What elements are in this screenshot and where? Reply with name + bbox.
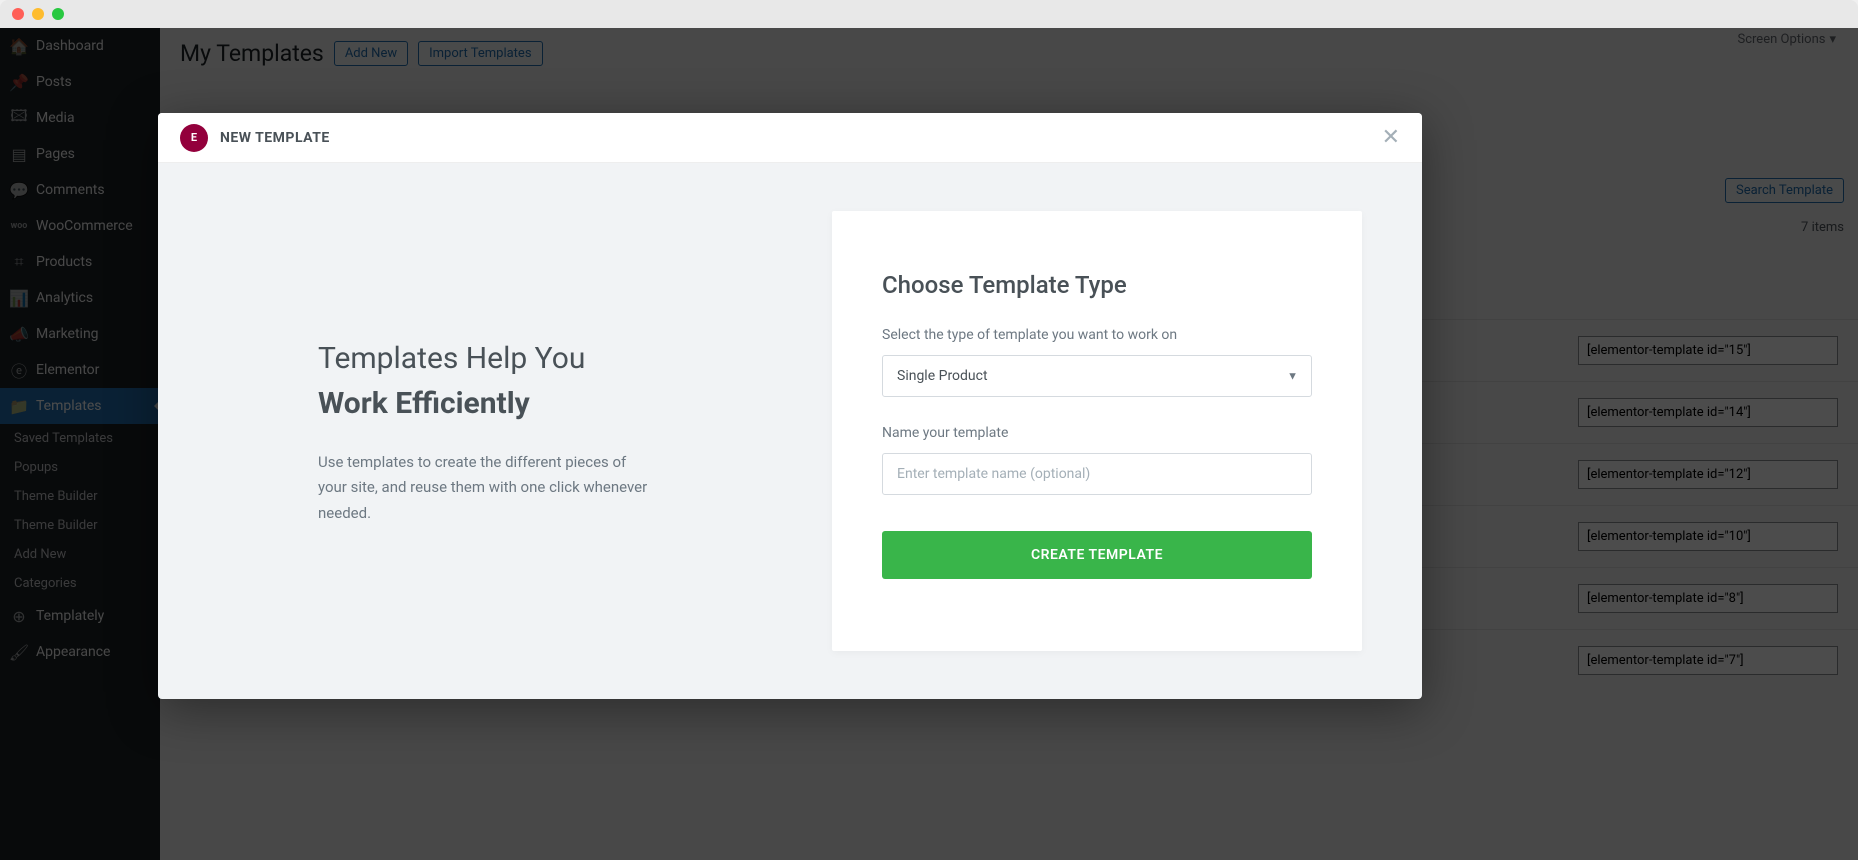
form-title: Choose Template Type (882, 271, 1312, 299)
new-template-modal: E NEW TEMPLATE ✕ Templates Help You Work… (158, 113, 1422, 699)
modal-heading-line1: Templates Help You (318, 341, 585, 376)
template-type-select[interactable]: Single Product (882, 355, 1312, 397)
window-chrome (0, 0, 1858, 28)
modal-header: E NEW TEMPLATE ✕ (158, 113, 1422, 163)
elementor-logo-icon: E (180, 124, 208, 152)
modal-heading: Templates Help You Work Efficiently (318, 336, 692, 426)
close-icon[interactable]: ✕ (1382, 125, 1400, 150)
window-maximize-icon[interactable] (52, 8, 64, 20)
modal-intro: Templates Help You Work Efficiently Use … (158, 163, 772, 699)
template-name-input[interactable] (882, 453, 1312, 495)
window-close-icon[interactable] (12, 8, 24, 20)
type-label: Select the type of template you want to … (882, 327, 1312, 343)
create-template-button[interactable]: CREATE TEMPLATE (882, 531, 1312, 579)
name-label: Name your template (882, 425, 1312, 441)
modal-description: Use templates to create the different pi… (318, 450, 648, 527)
modal-form: Choose Template Type Select the type of … (832, 211, 1362, 651)
modal-heading-line2: Work Efficiently (318, 381, 692, 426)
window-minimize-icon[interactable] (32, 8, 44, 20)
modal-title: NEW TEMPLATE (220, 130, 330, 146)
